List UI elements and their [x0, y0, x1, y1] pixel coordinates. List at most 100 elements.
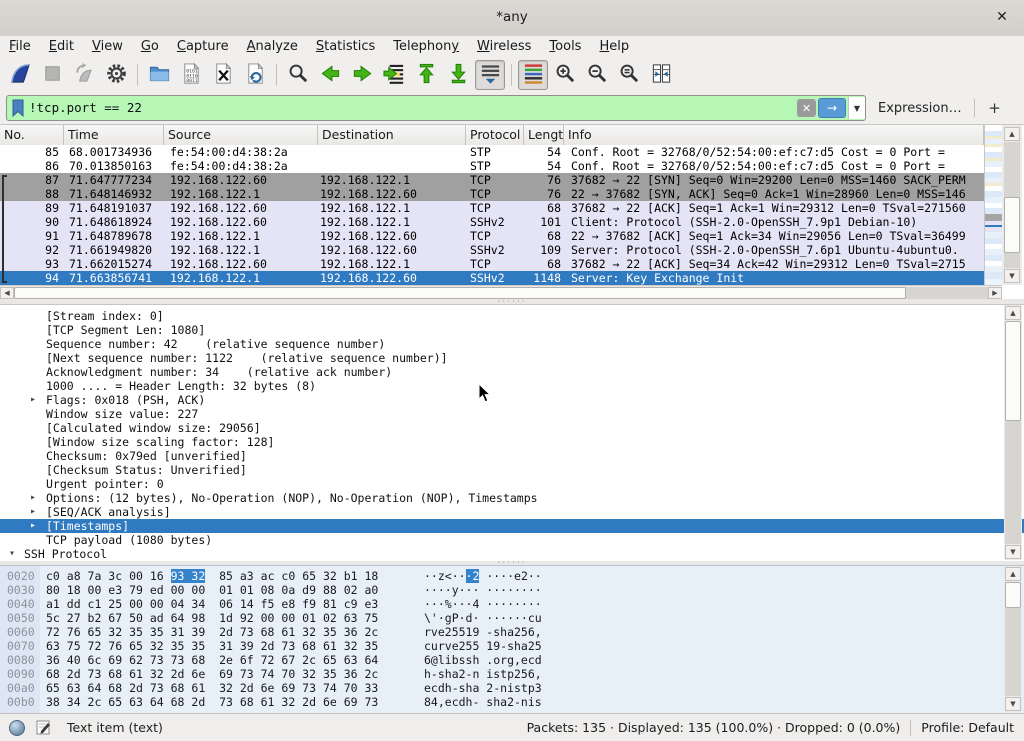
auto-scroll-button[interactable] [475, 60, 505, 90]
menu-capture[interactable]: Capture [168, 36, 238, 58]
detail-line[interactable]: ▸Flags: 0x018 (PSH, ACK) [0, 393, 1024, 407]
detail-line[interactable]: Sequence number: 42 (relative sequence n… [0, 337, 1024, 351]
menu-edit[interactable]: Edit [40, 36, 83, 58]
detail-line[interactable]: ▸[SEQ/ACK analysis] [0, 505, 1024, 519]
detail-line[interactable]: Window size value: 227 [0, 407, 1024, 421]
hex-row[interactable]: 00505c 27 b2 67 50 ad 64 98 1d 92 00 00 … [0, 611, 1024, 625]
detail-line[interactable]: [Checksum Status: Unverified] [0, 463, 1024, 477]
menu-tools[interactable]: Tools [540, 36, 590, 58]
colorize-button[interactable] [518, 60, 548, 90]
hex-row[interactable]: 0040a1 dd c1 25 00 00 04 34 06 14 f5 e8 … [0, 597, 1024, 611]
detail-line[interactable]: [TCP Segment Len: 1080] [0, 323, 1024, 337]
hex-row[interactable]: 008036 40 6c 69 62 73 73 68 2e 6f 72 67 … [0, 653, 1024, 667]
resize-columns-button[interactable] [646, 60, 676, 90]
expander-closed-icon[interactable]: ▸ [30, 393, 36, 407]
packet-row[interactable]: 9171.648789678192.168.122.1192.168.122.6… [0, 229, 984, 243]
go-to-packet-button[interactable] [379, 60, 409, 90]
menu-telephony[interactable]: Telephony [384, 36, 468, 58]
menu-file[interactable]: File [0, 36, 40, 58]
go-first-button[interactable] [411, 60, 441, 90]
detail-line[interactable]: ▸Options: (12 bytes), No-Operation (NOP)… [0, 491, 1024, 505]
capture-comment-icon[interactable] [36, 720, 51, 735]
filter-dropdown-icon[interactable]: ▼ [848, 97, 865, 119]
intelligent-scrollbar-minimap[interactable] [984, 125, 1002, 285]
expander-closed-icon[interactable]: ▸ [30, 519, 36, 533]
bookmark-icon[interactable] [7, 97, 29, 119]
hex-row[interactable]: 00b038 34 2c 65 63 64 68 2d 73 68 61 32 … [0, 695, 1024, 709]
capture-options-button[interactable] [101, 60, 131, 90]
close-icon[interactable]: ✕ [990, 0, 1014, 35]
scroll-up-icon[interactable]: ▲ [1005, 306, 1021, 320]
menu-statistics[interactable]: Statistics [307, 36, 384, 58]
find-packet-button[interactable] [283, 60, 313, 90]
detail-line[interactable]: Acknowledgment number: 34 (relative ack … [0, 365, 1024, 379]
menu-help[interactable]: Help [590, 36, 638, 58]
detail-line[interactable]: [Window size scaling factor: 128] [0, 435, 1024, 449]
zoom-out-button[interactable] [582, 60, 612, 90]
hex-row[interactable]: 006072 76 65 32 35 35 31 39 2d 73 68 61 … [0, 625, 1024, 639]
expander-closed-icon[interactable]: ▸ [30, 491, 36, 505]
packet-row[interactable]: 8670.013850163fe:54:00:d4:38:2aSTP54Conf… [0, 159, 984, 173]
display-filter-input[interactable]: !tcp.port == 22 ✕ → ▼ [6, 95, 866, 121]
scroll-down-icon[interactable]: ▼ [1005, 697, 1021, 711]
go-back-button[interactable] [315, 60, 345, 90]
scroll-track[interactable] [1005, 421, 1021, 544]
detail-line[interactable]: [Stream index: 0] [0, 309, 1024, 323]
detail-line[interactable]: 1000 .... = Header Length: 32 bytes (8) [0, 379, 1024, 393]
scroll-thumb[interactable] [1004, 197, 1020, 253]
menu-view[interactable]: View [83, 36, 132, 58]
packet-row[interactable]: 8971.648191037192.168.122.60192.168.122.… [0, 201, 984, 215]
add-filter-button[interactable]: + [985, 99, 1005, 117]
detail-line[interactable]: Urgent pointer: 0 [0, 477, 1024, 491]
close-file-button[interactable] [208, 60, 238, 90]
packet-row[interactable]: 8771.647777234192.168.122.60192.168.122.… [0, 173, 984, 187]
expander-open-icon[interactable]: ▾ [9, 547, 15, 561]
expression-button[interactable]: Expression… [878, 101, 962, 116]
zoom-in-button[interactable] [550, 60, 580, 90]
packet-row[interactable]: 8871.648146932192.168.122.1192.168.122.6… [0, 187, 984, 201]
hex-vscrollbar[interactable]: ▲ ▼ [1004, 566, 1022, 712]
column-header-protocol[interactable]: Protocol [466, 125, 524, 145]
hex-row[interactable]: 003080 18 00 e3 79 ed 00 00 01 01 08 0a … [0, 583, 1024, 597]
scroll-track[interactable] [1005, 608, 1021, 696]
go-forward-button[interactable] [347, 60, 377, 90]
packet-row[interactable]: 9371.662015274192.168.122.60192.168.122.… [0, 257, 984, 271]
hex-row[interactable]: 00a065 63 64 68 2d 73 68 61 32 2d 6e 69 … [0, 681, 1024, 695]
scroll-down-icon[interactable]: ▼ [1004, 269, 1020, 283]
menu-analyze[interactable]: Analyze [238, 36, 307, 58]
hex-row[interactable]: 009068 2d 73 68 61 32 2d 6e 69 73 74 70 … [0, 667, 1024, 681]
go-last-button[interactable] [443, 60, 473, 90]
column-header-info[interactable]: Info [564, 125, 984, 145]
detail-line[interactable]: ▸[Timestamps] [0, 519, 1024, 533]
expander-closed-icon[interactable]: ▸ [30, 505, 36, 519]
filter-apply-icon[interactable]: → [818, 98, 846, 118]
zoom-reset-button[interactable] [614, 60, 644, 90]
column-header-length[interactable]: Length [524, 125, 564, 145]
detail-line[interactable]: TCP payload (1080 bytes) [0, 533, 1024, 547]
detail-line[interactable]: Checksum: 0x79ed [unverified] [0, 449, 1024, 463]
expert-info-icon[interactable] [9, 720, 25, 736]
column-header-destination[interactable]: Destination [318, 125, 466, 145]
save-file-button[interactable]: 010101100011 [176, 60, 206, 90]
start-capture-button[interactable] [5, 60, 35, 90]
scroll-thumb[interactable] [1005, 582, 1021, 608]
open-file-button[interactable] [144, 60, 174, 90]
hex-row[interactable]: 007063 75 72 76 65 32 35 35 31 39 2d 73 … [0, 639, 1024, 653]
scroll-left-icon[interactable]: ◀ [0, 287, 14, 299]
scroll-thumb[interactable] [1005, 321, 1021, 421]
scroll-up-icon[interactable]: ▲ [1005, 567, 1021, 581]
menu-go[interactable]: Go [132, 36, 168, 58]
stop-capture-button[interactable] [37, 60, 67, 90]
detail-line[interactable]: [Next sequence number: 1122 (relative se… [0, 351, 1024, 365]
reload-file-button[interactable] [240, 60, 270, 90]
column-header-time[interactable]: Time [64, 125, 164, 145]
menu-wireless[interactable]: Wireless [468, 36, 540, 58]
packet-row[interactable]: 9271.661949820192.168.122.1192.168.122.6… [0, 243, 984, 257]
hex-row[interactable]: 0020c0 a8 7a 3c 00 16 93 32 85 a3 ac c0 … [0, 569, 1024, 583]
column-header-no[interactable]: No. [0, 125, 64, 145]
status-profile[interactable]: Profile: Default [921, 720, 1024, 735]
details-vscrollbar[interactable]: ▲ ▼ [1004, 305, 1022, 560]
packet-list-vscrollbar[interactable]: ▲ ▼ [1002, 125, 1022, 285]
packet-row[interactable]: 9071.648618924192.168.122.60192.168.122.… [0, 215, 984, 229]
scroll-thumb[interactable] [14, 287, 906, 299]
